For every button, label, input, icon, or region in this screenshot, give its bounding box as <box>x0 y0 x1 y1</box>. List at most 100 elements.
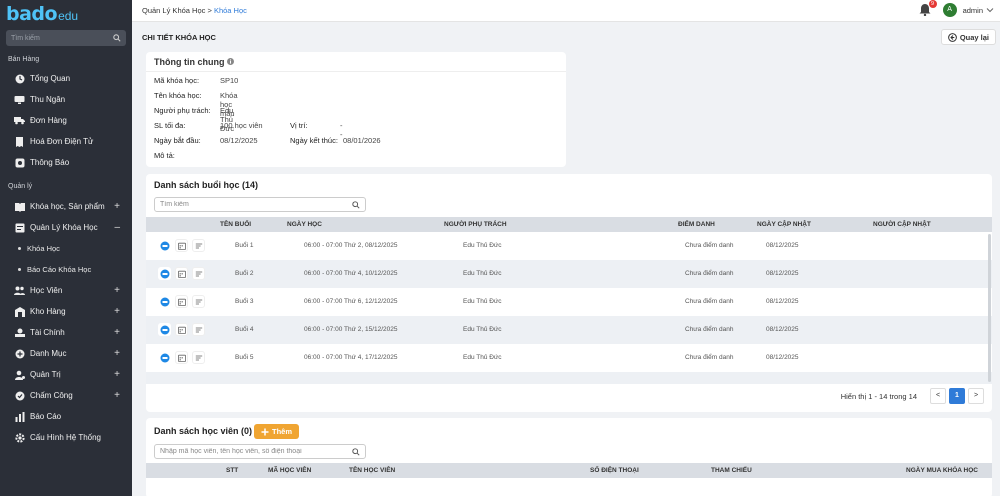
pagination-prev-button[interactable]: < <box>930 388 946 404</box>
view-button[interactable] <box>158 323 171 336</box>
note-button[interactable] <box>192 323 205 336</box>
session-date: 06:00 - 07:00 Thứ 2, 08/12/2025 <box>304 242 398 249</box>
sidebar-item-khoa-hoc-san-pham[interactable]: Khóa học, Sản phẩm + <box>0 196 132 217</box>
page-title: CHI TIẾT KHÓA HỌC <box>142 33 216 42</box>
schedule-button[interactable] <box>175 267 188 280</box>
chart-icon <box>14 411 25 422</box>
notification-button[interactable]: 9 <box>919 0 937 17</box>
dashboard-icon <box>14 73 25 84</box>
sidebar-item-bao-cao[interactable]: Báo Cáo <box>0 406 132 427</box>
main-content: CHI TIẾT KHÓA HỌC Quay lại Thông tin chu… <box>132 22 1000 496</box>
table-row[interactable]: Buổi 5 06:00 - 07:00 Thứ 4, 17/12/2025 E… <box>146 344 992 372</box>
sessions-search-input[interactable]: Tìm kiếm <box>154 197 366 212</box>
notification-icon <box>14 157 25 168</box>
schedule-button[interactable] <box>175 323 188 336</box>
breadcrumb-parent-link[interactable]: Quản Lý Khóa Học <box>142 6 205 15</box>
field-max-students: SL tối đa: 100 học viên <box>154 121 263 130</box>
sidebar-item-label: Cấu Hình Hệ Thống <box>30 433 102 442</box>
sidebar-item-label: Báo Cáo <box>30 412 62 421</box>
field-label: Tên khóa học: <box>154 91 202 100</box>
table-row[interactable]: Buổi 3 06:00 - 07:00 Thứ 6, 12/12/2025 E… <box>146 288 992 316</box>
table-row[interactable]: Buổi 4 06:00 - 07:00 Thứ 2, 15/12/2025 E… <box>146 316 992 344</box>
field-owner: Người phụ trách: Edu Thủ Đức <box>154 106 234 133</box>
logo-suffix: edu <box>58 8 79 23</box>
field-value: 08/12/2025 <box>220 136 258 145</box>
sidebar-item-thong-bao[interactable]: Thông Báo <box>0 152 132 173</box>
sidebar-item-label: Đơn Hàng <box>30 116 67 125</box>
sidebar-item-tong-quan[interactable]: Tổng Quan <box>0 68 132 89</box>
avatar[interactable]: A <box>942 3 957 17</box>
chevron-down-icon[interactable] <box>986 7 994 13</box>
eye-icon <box>160 325 169 334</box>
column-header: MÃ HỌC VIÊN <box>268 467 312 474</box>
vertical-scrollbar[interactable] <box>988 234 991 382</box>
schedule-button[interactable] <box>175 295 188 308</box>
view-button[interactable] <box>158 267 171 280</box>
table-row[interactable]: Buổi 1 06:00 - 07:00 Thứ 2, 08/12/2025 E… <box>146 232 992 260</box>
session-date: 06:00 - 07:00 Thứ 6, 12/12/2025 <box>304 298 398 305</box>
add-student-button[interactable]: Thêm <box>254 424 300 439</box>
sidebar-item-cau-hinh-he-thong[interactable]: Cấu Hình Hệ Thống <box>0 427 132 448</box>
expand-icon: + <box>114 348 120 359</box>
sidebar-search-input[interactable]: Tìm kiếm <box>6 30 126 46</box>
sidebar-item-hoc-vien[interactable]: Học Viên + <box>0 280 132 301</box>
view-button[interactable] <box>158 239 171 252</box>
field-label: Mô tả: <box>154 151 175 160</box>
general-info-title: Thông tin chung <box>154 56 225 67</box>
sidebar-item-danh-muc[interactable]: Danh Mục + <box>0 343 132 364</box>
sidebar-item-kho-hang[interactable]: Kho Hàng + <box>0 301 132 322</box>
sidebar-item-hoa-don-dien-tu[interactable]: Hoá Đơn Điện Tử <box>0 131 132 152</box>
breadcrumb-separator: > <box>207 6 212 15</box>
schedule-button[interactable] <box>175 239 188 252</box>
sidebar-item-thu-ngan[interactable]: Thu Ngân <box>0 89 132 110</box>
note-button[interactable] <box>192 295 205 308</box>
eye-icon <box>160 269 169 278</box>
session-owner: Edu Thủ Đức <box>463 242 502 249</box>
username[interactable]: admin <box>963 6 983 15</box>
field-course-code: Mã khóa học: SP10 <box>154 76 238 85</box>
pagination-next-button[interactable]: > <box>968 388 984 404</box>
back-button[interactable]: Quay lại <box>940 29 996 45</box>
updated-date: 08/12/2025 <box>766 354 799 361</box>
column-header: NGÀY MUA KHÓA HỌC <box>906 467 978 474</box>
column-header: SỐ ĐIỆN THOẠI <box>590 467 639 474</box>
sidebar-item-label: Quản Lý Khóa Học <box>30 223 98 232</box>
sidebar-item-cham-cong[interactable]: Chấm Công + <box>0 385 132 406</box>
sidebar-subitem-label: Báo Cáo Khóa Học <box>27 265 92 274</box>
session-owner: Edu Thủ Đức <box>463 354 502 361</box>
breadcrumb-current: Khóa Học <box>213 6 247 15</box>
eye-icon <box>160 297 169 306</box>
sidebar-item-don-hang[interactable]: Đơn Hàng <box>0 110 132 131</box>
note-button[interactable] <box>192 239 205 252</box>
field-label: Ngày bắt đầu: <box>154 136 201 145</box>
students-search-input[interactable]: Nhập mã học viên, tên học viên, số điện … <box>154 444 366 459</box>
row-actions <box>158 295 209 308</box>
logo[interactable]: bado edu <box>0 0 132 28</box>
settings-icon <box>14 432 25 443</box>
add-student-label: Thêm <box>272 427 293 436</box>
category-icon <box>14 348 25 359</box>
breadcrumb: Quản Lý Khóa Học > Khóa Học <box>142 6 247 15</box>
schedule-button[interactable] <box>175 351 188 364</box>
pagination-page-button[interactable]: 1 <box>949 388 965 404</box>
note-button[interactable] <box>192 351 205 364</box>
sidebar-item-quan-tri[interactable]: Quản Trị + <box>0 364 132 385</box>
session-owner: Edu Thủ Đức <box>463 270 502 277</box>
calendar-icon <box>177 270 186 278</box>
row-actions <box>158 267 209 280</box>
table-row[interactable]: Buổi 2 06:00 - 07:00 Thứ 4, 10/12/2025 E… <box>146 260 992 288</box>
session-name: Buổi 1 <box>235 242 254 249</box>
sidebar-subitem-khoa-hoc[interactable]: Khóa Học <box>0 238 132 259</box>
sidebar-item-quan-ly-khoa-hoc[interactable]: Quản Lý Khóa Học – <box>0 217 132 238</box>
sidebar-subitem-bao-cao-khoa-hoc[interactable]: Báo Cáo Khóa Học <box>0 259 132 280</box>
students-card: Danh sách học viên (0) Thêm Nhập mã học … <box>146 418 992 496</box>
note-button[interactable] <box>192 267 205 280</box>
expand-icon: + <box>114 285 120 296</box>
warehouse-icon <box>14 306 25 317</box>
sidebar-item-tai-chinh[interactable]: Tài Chính + <box>0 322 132 343</box>
view-button[interactable] <box>158 295 171 308</box>
receipt-icon <box>14 136 25 147</box>
view-button[interactable] <box>158 351 171 364</box>
field-location: Vị trí: -- <box>290 121 343 139</box>
row-actions <box>158 351 209 364</box>
